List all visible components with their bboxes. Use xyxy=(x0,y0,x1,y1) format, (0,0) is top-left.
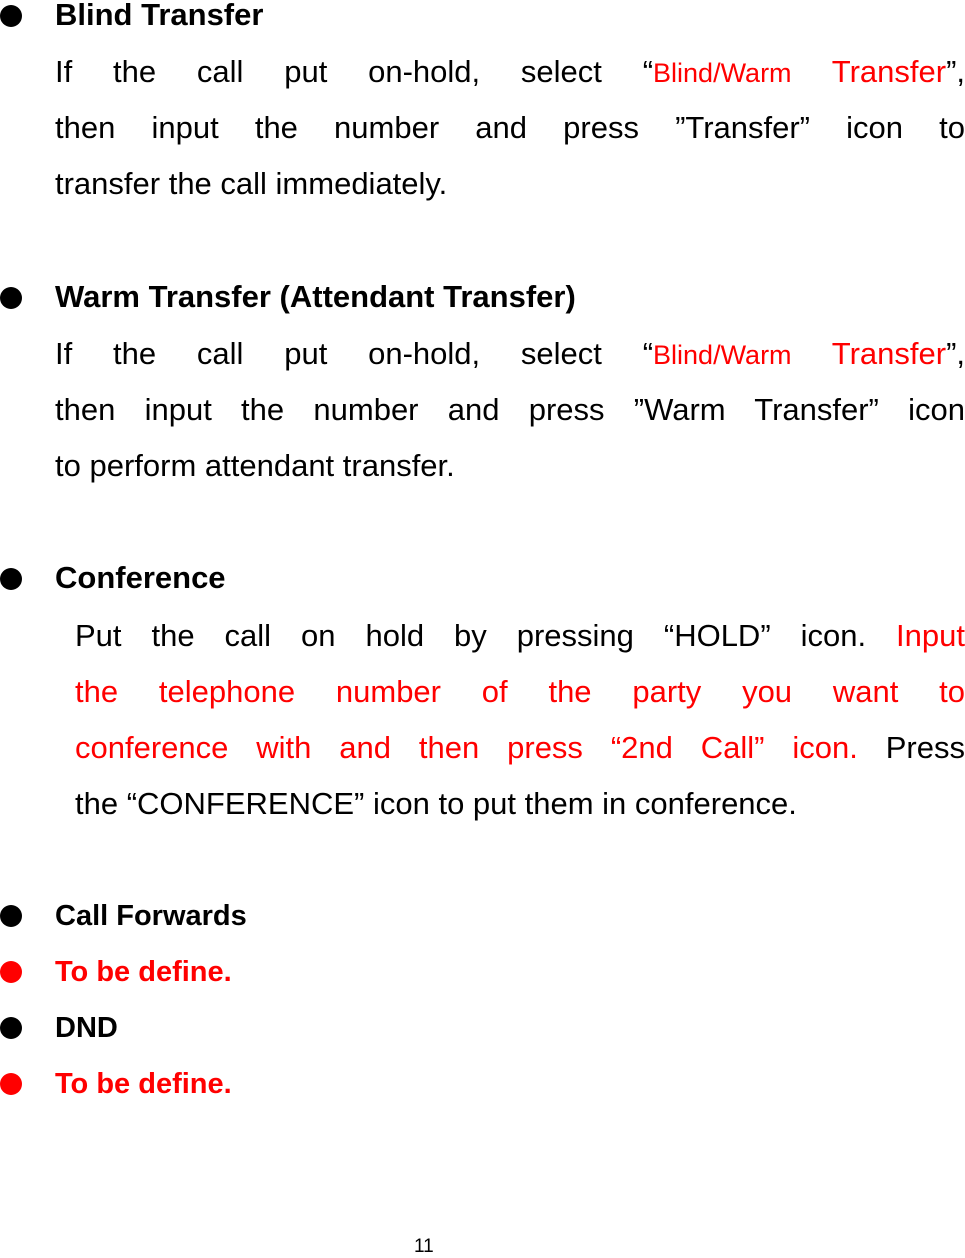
list-item-dnd: DND xyxy=(55,1012,118,1044)
paragraph-warm-transfer: If the call put on-hold, select “Blind/W… xyxy=(55,326,965,494)
bullet-icon xyxy=(0,905,22,927)
text-line: then input the number and press ”Transfe… xyxy=(55,110,965,145)
text-line: to perform attendant transfer. xyxy=(55,448,455,483)
bullet-icon xyxy=(0,287,22,309)
text-line: the telephone number of the party you wa… xyxy=(75,674,965,709)
list-item-to-be-defined: To be define. xyxy=(55,956,232,988)
heading-warm-transfer: Warm Transfer (Attendant Transfer) xyxy=(55,279,576,314)
heading-blind-transfer: Blind Transfer xyxy=(55,0,264,32)
bullet-icon xyxy=(0,568,22,590)
list-item-call-forwards: Call Forwards xyxy=(55,900,247,932)
text-line: then input the number and press ”Warm Tr… xyxy=(55,392,965,427)
text-line: conference with and then press “2nd Call… xyxy=(75,730,965,765)
text-line: the “CONFERENCE” icon to put them in con… xyxy=(75,786,797,821)
text-line: Put the call on hold by pressing “HOLD” … xyxy=(75,618,965,653)
list-item-to-be-defined: To be define. xyxy=(55,1068,232,1100)
bullet-icon xyxy=(0,1073,22,1095)
paragraph-blind-transfer: If the call put on-hold, select “Blind/W… xyxy=(55,44,965,212)
paragraph-conference: Put the call on hold by pressing “HOLD” … xyxy=(75,608,965,832)
bullet-icon xyxy=(0,961,22,983)
bullet-icon xyxy=(0,5,22,27)
bullet-icon xyxy=(0,1017,22,1039)
page-number: 11 xyxy=(414,1236,434,1257)
text-line: transfer the call immediately. xyxy=(55,166,448,201)
heading-conference: Conference xyxy=(55,560,226,595)
text-line: If the call put on-hold, select “Blind/W… xyxy=(55,336,965,371)
text-line: If the call put on-hold, select “Blind/W… xyxy=(55,54,965,89)
